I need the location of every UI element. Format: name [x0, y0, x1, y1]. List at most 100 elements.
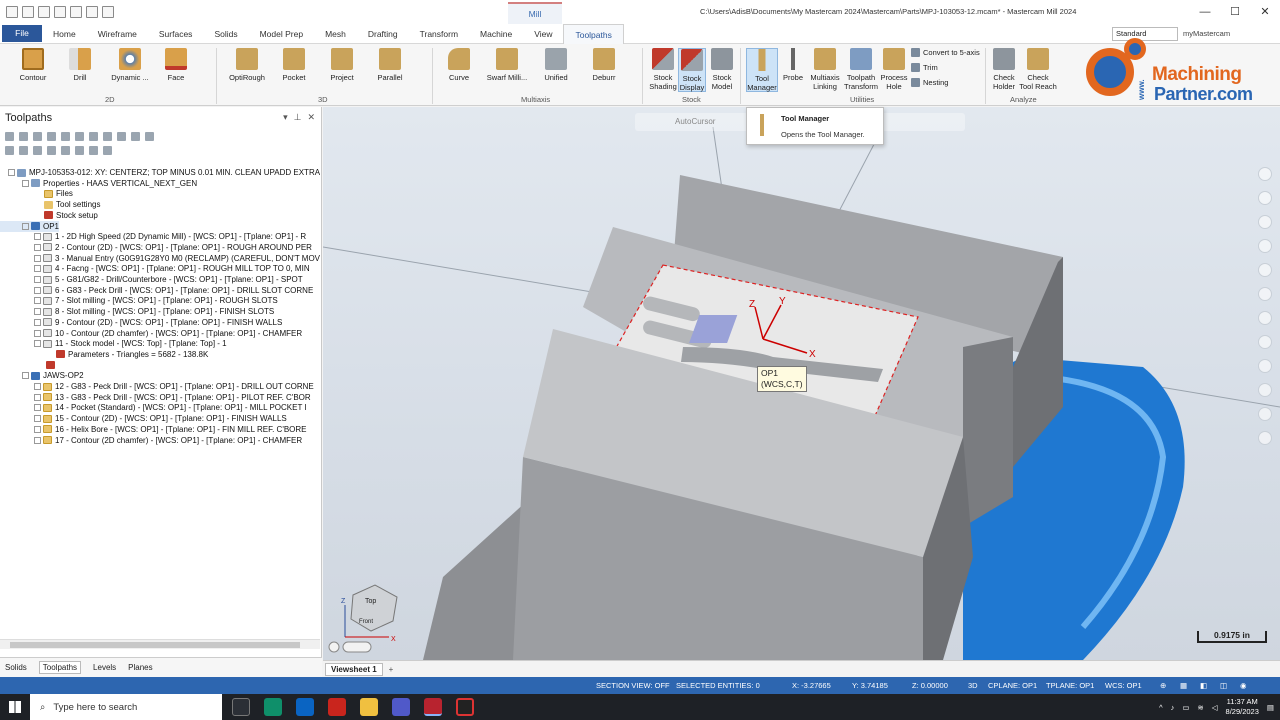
wifi-icon[interactable]: ≋: [1197, 703, 1203, 712]
unified-button[interactable]: Unified: [540, 48, 572, 82]
tree-tool-settings[interactable]: Tool settings: [0, 199, 100, 210]
expand-toggle-icon[interactable]: [34, 308, 41, 316]
file-explorer-icon[interactable]: [360, 698, 378, 716]
deburr-button[interactable]: Deburr: [588, 48, 620, 82]
single-op-icon[interactable]: [89, 145, 98, 155]
recorder-icon[interactable]: [456, 698, 474, 716]
tab-surfaces[interactable]: Surfaces: [148, 24, 204, 44]
show-hidden-icon[interactable]: ^: [1159, 703, 1163, 712]
select-all-icon[interactable]: [5, 131, 14, 141]
tab-home[interactable]: Home: [42, 24, 87, 44]
expand-all-icon[interactable]: [5, 145, 14, 155]
wireframe-icon[interactable]: [1258, 287, 1272, 301]
toolpath-operation[interactable]: 5 - G81/G82 - Drill/Counterbore - [WCS: …: [0, 274, 303, 285]
probe-button[interactable]: Probe: [780, 48, 806, 82]
face-button[interactable]: Face: [160, 48, 192, 82]
drill-button[interactable]: Drill: [64, 48, 96, 82]
undo-icon[interactable]: [86, 6, 98, 18]
tree-files[interactable]: Files: [0, 188, 73, 199]
select-failed-icon[interactable]: [19, 131, 28, 141]
close-button[interactable]: ✕: [1250, 0, 1280, 24]
print-icon[interactable]: [54, 6, 66, 18]
edge-icon[interactable]: [264, 698, 282, 716]
zoom-out-icon[interactable]: [1258, 239, 1272, 253]
toolpath-operation[interactable]: 10 - Contour (2D chamfer) - [WCS: OP1] -…: [0, 328, 302, 339]
teams-icon[interactable]: [392, 698, 410, 716]
toolpath-operation[interactable]: 2 - Contour (2D) - [WCS: OP1] - [Tplane:…: [0, 242, 312, 253]
tab-levels-panel[interactable]: Levels: [93, 663, 116, 672]
filter-icon[interactable]: [103, 145, 112, 155]
multiaxis-linking-button[interactable]: Multiaxis Linking: [808, 48, 842, 91]
tab-toolpaths-panel[interactable]: Toolpaths: [38, 661, 82, 674]
post-icon[interactable]: [103, 131, 112, 141]
tree-stock-parameters[interactable]: Parameters - Triangles = 5682 - 138.8K: [0, 349, 208, 360]
globe-icon[interactable]: ⊕: [1160, 681, 1166, 690]
outlook-icon[interactable]: [296, 698, 314, 716]
taskbar-search[interactable]: ⌕ Type here to search: [30, 694, 222, 720]
expand-toggle-icon[interactable]: [34, 404, 41, 412]
regenerate-dirty-icon[interactable]: [47, 131, 56, 141]
tab-wireframe[interactable]: Wireframe: [87, 24, 148, 44]
save-as-icon[interactable]: [70, 6, 82, 18]
move-up-icon[interactable]: [47, 145, 56, 155]
acrobat-icon[interactable]: [328, 698, 346, 716]
tab-model-prep[interactable]: Model Prep: [249, 24, 314, 44]
tree-properties[interactable]: Properties - HAAS VERTICAL_NEXT_GEN: [0, 178, 197, 189]
minimize-button[interactable]: —: [1190, 0, 1220, 24]
stock-display-button[interactable]: Stock Display: [678, 48, 706, 92]
expand-toggle-icon[interactable]: [34, 340, 41, 348]
expand-toggle-icon[interactable]: [22, 222, 29, 230]
nesting-button[interactable]: Nesting: [911, 78, 948, 87]
graphics-viewport[interactable]: X Y Z Top Front Z X AutoCursor OP1 (WCS,…: [323, 107, 1280, 660]
tab-machine[interactable]: Machine: [469, 24, 523, 44]
view-nav-controls[interactable]: [328, 641, 372, 653]
toolpath-operation[interactable]: 8 - Slot milling - [WCS: OP1] - [Tplane:…: [0, 306, 274, 317]
toolpath-operation[interactable]: 16 - Helix Bore - [WCS: OP1] - [Tplane: …: [0, 424, 307, 435]
expand-toggle-icon[interactable]: [34, 436, 41, 444]
contour-button[interactable]: Contour: [14, 48, 52, 82]
insert-arrow-marker[interactable]: [0, 360, 58, 371]
convert-5axis-button[interactable]: Convert to 5-axis: [911, 48, 980, 57]
expand-toggle-icon[interactable]: [34, 254, 41, 262]
toolpath-transform-button[interactable]: Toolpath Transform: [843, 48, 879, 91]
expand-toggle-icon[interactable]: [34, 329, 41, 337]
tab-planes-panel[interactable]: Planes: [128, 663, 152, 672]
measure-icon[interactable]: [1258, 431, 1272, 445]
tab-solids-panel[interactable]: Solids: [5, 663, 27, 672]
view-icon[interactable]: ▦: [1180, 681, 1187, 690]
rotate-view-icon[interactable]: [328, 641, 340, 653]
shading-icon[interactable]: [1258, 263, 1272, 277]
mode-toggle[interactable]: 3D: [968, 681, 978, 690]
tab-view[interactable]: View: [523, 24, 563, 44]
analyze-icon[interactable]: [1258, 407, 1272, 421]
swarf-button[interactable]: Swarf Milli...: [484, 48, 530, 82]
toolpath-operation[interactable]: 17 - Contour (2D chamfer) - [WCS: OP1] -…: [0, 435, 302, 446]
check-holder-button[interactable]: Check Holder: [988, 48, 1020, 91]
help-icon[interactable]: [145, 131, 154, 141]
stock-shading-button[interactable]: Stock Shading: [648, 48, 678, 91]
translucency-icon[interactable]: [1258, 335, 1272, 349]
toolpath-operation[interactable]: 7 - Slot milling - [WCS: OP1] - [Tplane:…: [0, 295, 278, 306]
screen-settings-icon[interactable]: [1258, 383, 1272, 397]
toolpath-operation[interactable]: 4 - Facng - [WCS: OP1] - [Tplane: OP1] -…: [0, 263, 310, 274]
network-icon[interactable]: ▭: [1182, 703, 1189, 712]
expand-toggle-icon[interactable]: [34, 393, 41, 401]
wcs-status[interactable]: WCS: OP1: [1105, 681, 1142, 690]
tab-file[interactable]: File: [2, 25, 42, 42]
tool-manager-button[interactable]: Tool Manager: [746, 48, 778, 92]
dynamic-button[interactable]: Dynamic ...: [106, 48, 154, 82]
view-cube-body[interactable]: [350, 584, 398, 632]
add-viewsheet-button[interactable]: +: [389, 665, 394, 674]
mastercam-icon[interactable]: [424, 698, 442, 716]
backplot-icon[interactable]: [61, 131, 70, 141]
maximize-button[interactable]: ☐: [1220, 0, 1250, 24]
cplane-status[interactable]: CPLANE: OP1: [988, 681, 1037, 690]
regenerate-icon[interactable]: [33, 131, 42, 141]
tab-toolpaths[interactable]: Toolpaths: [563, 23, 624, 44]
zoom-fit-icon[interactable]: [1258, 167, 1272, 181]
redo-icon[interactable]: [102, 6, 114, 18]
toolpath-operation[interactable]: 9 - Contour (2D) - [WCS: OP1] - [Tplane:…: [0, 317, 282, 328]
tree-horizontal-scrollbar[interactable]: [0, 639, 320, 649]
zoom-window-icon[interactable]: [1258, 191, 1272, 205]
expand-toggle-icon[interactable]: [34, 286, 41, 294]
